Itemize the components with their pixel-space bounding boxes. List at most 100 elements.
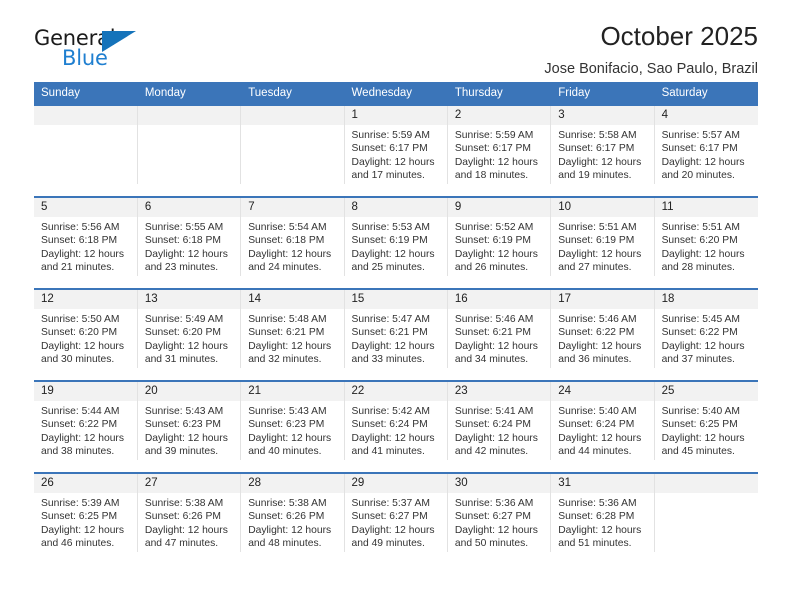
daylight-text: and 47 minutes. — [144, 538, 219, 550]
sunrise-text: Sunrise: 5:45 AM — [661, 314, 740, 325]
calendar-day-cell[interactable]: 24 Sunrise: 5:40 AM Sunset: 6:24 PM Dayligh… — [550, 380, 655, 460]
calendar-day-cell[interactable]: 10 Sunrise: 5:51 AM Sunset: 6:19 PM Dayligh… — [550, 196, 655, 276]
week-spacer-cell — [34, 368, 758, 381]
day-cell-inner — [654, 474, 758, 552]
daylight-text: Daylight: 12 hours — [558, 156, 642, 168]
day-cell-inner: 12 Sunrise: 5:50 AM Sunset: 6:20 PM Dayligh… — [34, 290, 137, 368]
calendar-day-cell[interactable]: 8 Sunrise: 5:53 AM Sunset: 6:19 PM Daylight… — [344, 196, 448, 276]
sunset-text: Sunset: 6:22 PM — [661, 327, 738, 339]
daylight-text: Daylight: 12 hours — [558, 524, 642, 536]
calendar-day-cell[interactable]: 17 Sunrise: 5:46 AM Sunset: 6:22 PM Dayligh… — [550, 288, 655, 368]
calendar-day-cell[interactable]: 9 Sunrise: 5:52 AM Sunset: 6:19 PM Daylight… — [447, 196, 552, 276]
day-cell-inner: 6 Sunrise: 5:55 AM Sunset: 6:18 PM Daylight… — [137, 198, 241, 276]
day-number: 7 — [241, 198, 344, 217]
day-number: 30 — [447, 474, 551, 493]
calendar-day-cell[interactable]: 31 Sunrise: 5:36 AM Sunset: 6:28 PM Dayligh… — [550, 472, 655, 552]
daylight-text: Daylight: 12 hours — [351, 432, 435, 444]
day-cell-inner: 18 Sunrise: 5:45 AM Sunset: 6:22 PM Dayligh… — [654, 290, 758, 368]
sunrise-text: Sunrise: 5:59 AM — [351, 130, 430, 141]
daylight-text: and 45 minutes. — [661, 446, 735, 458]
sunset-text: Sunset: 6:21 PM — [351, 327, 428, 339]
day-cell-inner: 28 Sunrise: 5:38 AM Sunset: 6:26 PM Dayligh… — [241, 474, 344, 552]
daylight-text: Daylight: 12 hours — [351, 156, 435, 168]
calendar-day-cell[interactable]: 13 Sunrise: 5:49 AM Sunset: 6:20 PM Dayligh… — [137, 288, 242, 368]
daylight-text: and 50 minutes. — [454, 538, 529, 550]
day-number: 4 — [654, 106, 758, 125]
calendar-body: 1 Sunrise: 5:59 AM Sunset: 6:17 PM Daylight… — [34, 104, 758, 552]
daylight-text: Daylight: 12 hours — [558, 248, 642, 260]
day-details: Sunrise: 5:54 AM Sunset: 6:18 PM Daylight:… — [241, 217, 343, 275]
day-number: 22 — [344, 382, 447, 401]
calendar-day-cell[interactable]: 15 Sunrise: 5:47 AM Sunset: 6:21 PM Dayligh… — [344, 288, 448, 368]
sunset-text: Sunset: 6:20 PM — [144, 327, 221, 339]
sunrise-text: Sunrise: 5:46 AM — [558, 314, 637, 325]
calendar-day-cell[interactable]: 29 Sunrise: 5:37 AM Sunset: 6:27 PM Dayligh… — [344, 472, 448, 552]
calendar-day-cell[interactable]: 19 Sunrise: 5:44 AM Sunset: 6:22 PM Dayligh… — [34, 380, 138, 460]
sunrise-text: Sunrise: 5:49 AM — [144, 314, 224, 325]
calendar-day-cell[interactable]: 11 Sunrise: 5:51 AM Sunset: 6:20 PM Dayligh… — [654, 196, 758, 276]
daylight-text: and 44 minutes. — [558, 446, 632, 458]
calendar-day-cell[interactable]: 12 Sunrise: 5:50 AM Sunset: 6:20 PM Dayligh… — [34, 288, 138, 368]
day-number: 13 — [137, 290, 241, 309]
sunrise-text: Sunrise: 5:46 AM — [454, 314, 534, 325]
calendar-day-cell[interactable]: 20 Sunrise: 5:43 AM Sunset: 6:23 PM Dayligh… — [137, 380, 242, 460]
calendar-day-cell[interactable]: 25 Sunrise: 5:40 AM Sunset: 6:25 PM Dayligh… — [654, 380, 758, 460]
sunset-text: Sunset: 6:25 PM — [661, 419, 738, 431]
week-spacer-cell — [34, 276, 758, 289]
day-cell-inner: 14 Sunrise: 5:48 AM Sunset: 6:21 PM Dayligh… — [241, 290, 344, 368]
daylight-text: and 20 minutes. — [661, 170, 735, 182]
day-cell-inner: 1 Sunrise: 5:59 AM Sunset: 6:17 PM Daylight… — [344, 106, 447, 184]
day-details: Sunrise: 5:49 AM Sunset: 6:20 PM Daylight:… — [138, 309, 240, 367]
daylight-text: Daylight: 12 hours — [351, 524, 435, 536]
sunset-text: Sunset: 6:21 PM — [454, 327, 532, 339]
calendar-day-cell[interactable]: 28 Sunrise: 5:38 AM Sunset: 6:26 PM Dayligh… — [240, 472, 345, 552]
day-number: 14 — [241, 290, 344, 309]
sunset-text: Sunset: 6:23 PM — [144, 419, 221, 431]
calendar-day-cell[interactable]: 2 Sunrise: 5:59 AM Sunset: 6:17 PM Daylight… — [447, 104, 552, 184]
calendar-day-cell[interactable]: 3 Sunrise: 5:58 AM Sunset: 6:17 PM Daylight… — [550, 104, 655, 184]
calendar-day-cell[interactable]: 27 Sunrise: 5:38 AM Sunset: 6:26 PM Dayligh… — [137, 472, 242, 552]
brand-logo[interactable]: General Blue — [34, 26, 164, 72]
week-spacer-row — [34, 276, 758, 289]
daylight-text: and 46 minutes. — [41, 538, 115, 550]
calendar-day-cell[interactable]: 22 Sunrise: 5:42 AM Sunset: 6:24 PM Dayligh… — [344, 380, 448, 460]
day-details: Sunrise: 5:59 AM Sunset: 6:17 PM Daylight:… — [448, 125, 550, 183]
calendar-day-cell[interactable]: 7 Sunrise: 5:54 AM Sunset: 6:18 PM Daylight… — [240, 196, 345, 276]
sunset-text: Sunset: 6:27 PM — [351, 511, 428, 523]
calendar-page: General Blue October 2025 Jose Bonifacio… — [0, 0, 792, 612]
day-number: 16 — [447, 290, 551, 309]
day-cell-inner: 10 Sunrise: 5:51 AM Sunset: 6:19 PM Dayligh… — [551, 198, 654, 276]
calendar-day-cell[interactable]: 23 Sunrise: 5:41 AM Sunset: 6:24 PM Dayligh… — [447, 380, 552, 460]
calendar-day-cell[interactable]: 30 Sunrise: 5:36 AM Sunset: 6:27 PM Dayligh… — [447, 472, 552, 552]
calendar-day-cell[interactable]: 6 Sunrise: 5:55 AM Sunset: 6:18 PM Daylight… — [137, 196, 242, 276]
day-details: Sunrise: 5:56 AM Sunset: 6:18 PM Daylight:… — [34, 217, 137, 275]
day-number — [654, 474, 758, 493]
calendar-day-cell[interactable]: 4 Sunrise: 5:57 AM Sunset: 6:17 PM Daylight… — [654, 104, 758, 184]
daylight-text: and 38 minutes. — [41, 446, 115, 458]
calendar-day-cell[interactable]: 14 Sunrise: 5:48 AM Sunset: 6:21 PM Dayligh… — [240, 288, 345, 368]
day-details: Sunrise: 5:50 AM Sunset: 6:20 PM Daylight:… — [34, 309, 137, 367]
day-number: 19 — [34, 382, 137, 401]
calendar-week-row: 5 Sunrise: 5:56 AM Sunset: 6:18 PM Daylight… — [34, 196, 758, 276]
calendar-day-cell[interactable]: 21 Sunrise: 5:43 AM Sunset: 6:23 PM Dayligh… — [240, 380, 345, 460]
day-number: 23 — [447, 382, 551, 401]
calendar-day-cell[interactable]: 16 Sunrise: 5:46 AM Sunset: 6:21 PM Dayligh… — [447, 288, 552, 368]
day-cell-inner: 25 Sunrise: 5:40 AM Sunset: 6:25 PM Dayligh… — [654, 382, 758, 460]
daylight-text: and 31 minutes. — [144, 354, 219, 366]
daylight-text: Daylight: 12 hours — [144, 248, 228, 260]
day-cell-inner: 17 Sunrise: 5:46 AM Sunset: 6:22 PM Dayligh… — [551, 290, 654, 368]
daylight-text: Daylight: 12 hours — [144, 340, 228, 352]
day-number: 11 — [654, 198, 758, 217]
calendar-day-cell[interactable]: 1 Sunrise: 5:59 AM Sunset: 6:17 PM Daylight… — [344, 104, 448, 184]
calendar-empty-cell — [654, 472, 758, 552]
sunrise-text: Sunrise: 5:47 AM — [351, 314, 430, 325]
calendar-header-row: Sunday Monday Tuesday Wednesday Thursday Frid… — [34, 82, 759, 105]
daylight-text: and 17 minutes. — [351, 170, 425, 182]
calendar-day-cell[interactable]: 18 Sunrise: 5:45 AM Sunset: 6:22 PM Dayligh… — [654, 288, 758, 368]
calendar-day-cell[interactable]: 26 Sunrise: 5:39 AM Sunset: 6:25 PM Dayligh… — [34, 472, 138, 552]
calendar-week-row: 19 Sunrise: 5:44 AM Sunset: 6:22 PM Dayligh… — [34, 380, 758, 460]
day-details: Sunrise: 5:39 AM Sunset: 6:25 PM Daylight:… — [34, 493, 137, 551]
daylight-text: Daylight: 12 hours — [351, 248, 435, 260]
calendar-day-cell[interactable]: 5 Sunrise: 5:56 AM Sunset: 6:18 PM Daylight… — [34, 196, 138, 276]
day-details: Sunrise: 5:37 AM Sunset: 6:27 PM Daylight:… — [345, 493, 447, 551]
